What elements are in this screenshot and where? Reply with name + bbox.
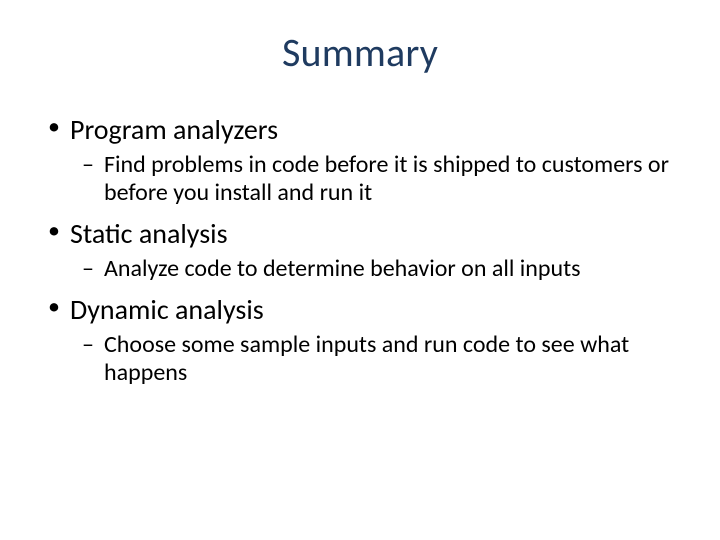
slide-content: Program analyzers Find problems in code … (46, 113, 674, 387)
bullet-l2: Analyze code to determine behavior on al… (82, 255, 674, 283)
bullet-l1: Program analyzers (46, 113, 674, 147)
slide: Summary Program analyzers Find problems … (0, 0, 720, 540)
slide-title: Summary (46, 28, 674, 77)
bullet-l2: Find problems in code before it is shipp… (82, 151, 674, 208)
bullet-l1: Static analysis (46, 217, 674, 251)
bullet-l1: Dynamic analysis (46, 293, 674, 327)
bullet-l2: Choose some sample inputs and run code t… (82, 331, 674, 388)
